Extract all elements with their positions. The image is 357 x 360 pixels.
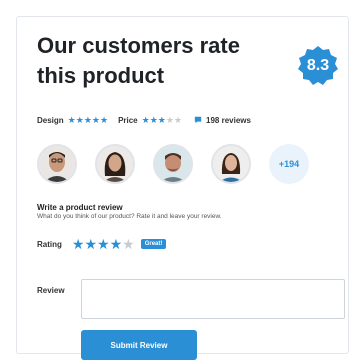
reviews-count: 198 reviews [206,115,251,125]
avatar[interactable] [37,144,77,184]
avatar[interactable] [211,144,251,184]
star-icon: ★ [149,114,158,125]
avatar[interactable] [95,144,135,184]
rating-stars-input[interactable]: ★★★★★ [72,236,135,253]
star-icon[interactable]: ★ [110,236,123,252]
person-man-icon [39,146,75,182]
page-title: Our customers rate this product [37,33,240,88]
reviewer-avatars: +194 [37,142,342,186]
star-icon: ★ [141,114,150,125]
person-woman-icon [213,146,249,182]
rating-badge: Great! [140,239,167,249]
review-label: Review [37,286,65,295]
reviews-link[interactable]: 198 reviews [194,116,251,125]
star-icon[interactable]: ★ [97,236,110,252]
score-badge: 8.3 [297,45,339,87]
rating-card: Our customers rate this product 8.3 Desi… [16,16,349,360]
star-icon: ★ [157,114,166,125]
rating-row: Rating ★★★★★ Great! [37,235,167,253]
star-empty-icon[interactable]: ★ [122,236,135,252]
star-icon: ★ [75,114,84,125]
rating-summary: Design ★★★★★ Price ★★★★★ 198 reviews [37,114,342,126]
price-label: Price [118,115,138,125]
score-value: 8.3 [306,57,330,74]
more-reviewers-badge[interactable]: +194 [269,144,309,184]
star-icon[interactable]: ★ [84,236,97,252]
review-form-title: Write a product review [37,203,123,212]
review-form-subtitle: What do you think of our product? Rate i… [37,213,222,220]
star-icon: ★ [91,114,100,125]
design-label: Design [37,115,64,125]
rating-label: Rating [37,239,62,249]
person-man-icon [155,146,191,182]
submit-review-button[interactable]: Submit Review [81,330,197,360]
price-stars: ★★★★★ [142,115,182,126]
person-woman-icon [97,146,133,182]
star-empty-icon: ★ [173,114,183,125]
star-icon: ★ [99,114,109,125]
review-textarea[interactable] [81,279,345,319]
star-icon: ★ [67,114,76,125]
comment-icon [194,116,202,124]
design-stars: ★★★★★ [68,115,108,126]
star-empty-icon: ★ [165,114,174,125]
star-icon: ★ [83,114,92,125]
star-icon[interactable]: ★ [72,236,85,252]
avatar[interactable] [153,144,193,184]
